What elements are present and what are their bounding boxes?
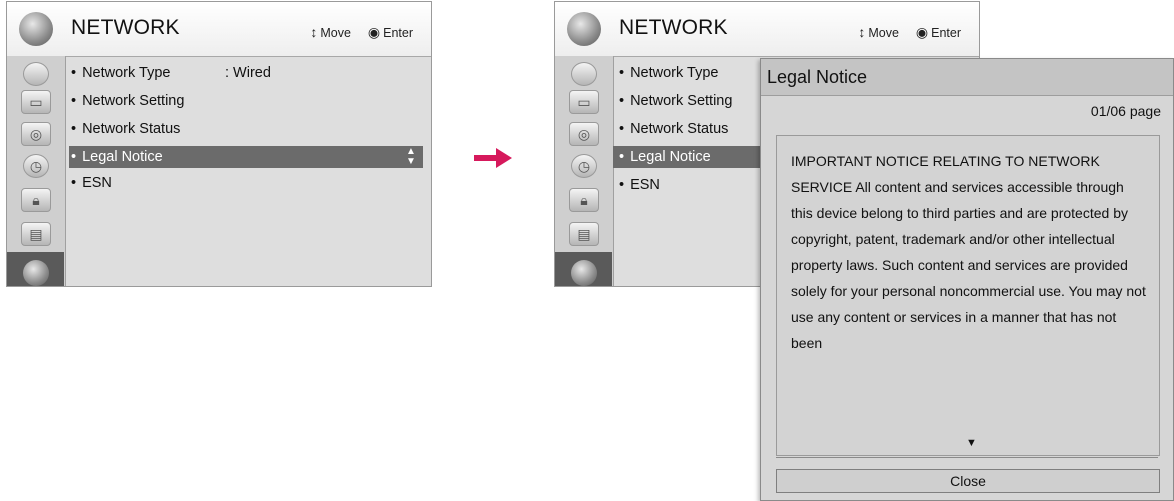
category-sidebar: ▭ ◎ ◷ 🔒︎ ▤ [7,56,66,286]
dialog-title: Legal Notice [761,59,1173,96]
network-category-icon [23,260,49,286]
audio-category-icon[interactable]: ◎ [21,122,51,146]
lock-category-icon[interactable]: 🔒︎ [21,188,51,212]
menu-title: NETWORK [619,16,728,39]
time-category-icon[interactable]: ◷ [571,154,597,178]
navigation-hint: ↕ Move ◉ Enter [310,24,413,40]
legal-notice-text: IMPORTANT NOTICE RELATING TO NETWORK SER… [791,153,1146,351]
menu-item-legal-notice[interactable]: • Legal Notice ▲ ▼ [69,146,423,168]
menu-item-esn[interactable]: • ESN [71,172,112,194]
navigation-hint: ↕ Move ◉ Enter [858,24,961,40]
close-button[interactable]: Close [776,469,1160,493]
move-icon: ↕ [310,24,318,40]
divider [776,457,1158,458]
legal-notice-dialog: Legal Notice 01/06 page IMPORTANT NOTICE… [760,58,1174,501]
menu-item-network-status[interactable]: • Network Status [71,118,180,140]
menu-item-network-type[interactable]: • Network Type [71,62,170,84]
enter-icon: ◉ [367,24,381,40]
picture-category-icon[interactable] [23,62,49,86]
enter-icon: ◉ [915,24,929,40]
audio-category-icon[interactable]: ◎ [569,122,599,146]
lock-category-icon[interactable]: 🔒︎ [569,188,599,212]
category-sidebar: ▭ ◎ ◷ 🔒︎ ▤ [555,56,614,286]
picture-category-icon[interactable] [571,62,597,86]
menu-item-network-setting[interactable]: • Network Setting [619,90,732,112]
menu-header: NETWORK ↕ Move ◉ Enter [7,2,431,57]
move-icon: ↕ [858,24,866,40]
transition-arrow-icon [474,148,512,168]
menu-header: NETWORK ↕ Move ◉ Enter [555,2,979,57]
scroll-down-icon[interactable]: ▼ [966,437,977,449]
scroll-updown-icon: ▲ ▼ [406,146,416,167]
screen-category-icon[interactable]: ▭ [569,90,599,114]
page-indicator: 01/06 page [1090,103,1161,119]
network-category-icon [571,260,597,286]
menu-item-esn[interactable]: • ESN [619,174,660,196]
option-category-icon[interactable]: ▤ [21,222,51,246]
option-category-icon[interactable]: ▤ [569,222,599,246]
network-category-active[interactable] [555,252,612,286]
network-type-value: : Wired [225,65,271,81]
network-globe-icon [567,12,601,46]
time-category-icon[interactable]: ◷ [23,154,49,178]
menu-item-legal-notice[interactable]: • Legal Notice [613,146,769,168]
network-globe-icon [19,12,53,46]
legal-text-box[interactable]: IMPORTANT NOTICE RELATING TO NETWORK SER… [776,135,1160,456]
menu-item-network-status[interactable]: • Network Status [619,118,728,140]
screen-category-icon[interactable]: ▭ [21,90,51,114]
menu-title: NETWORK [71,16,180,39]
menu-item-network-type[interactable]: • Network Type [619,62,718,84]
left-network-menu: NETWORK ↕ Move ◉ Enter ▭ ◎ ◷ 🔒︎ ▤ • Network… [6,1,432,287]
menu-item-network-setting[interactable]: • Network Setting [71,90,184,112]
network-category-active[interactable] [7,252,64,286]
